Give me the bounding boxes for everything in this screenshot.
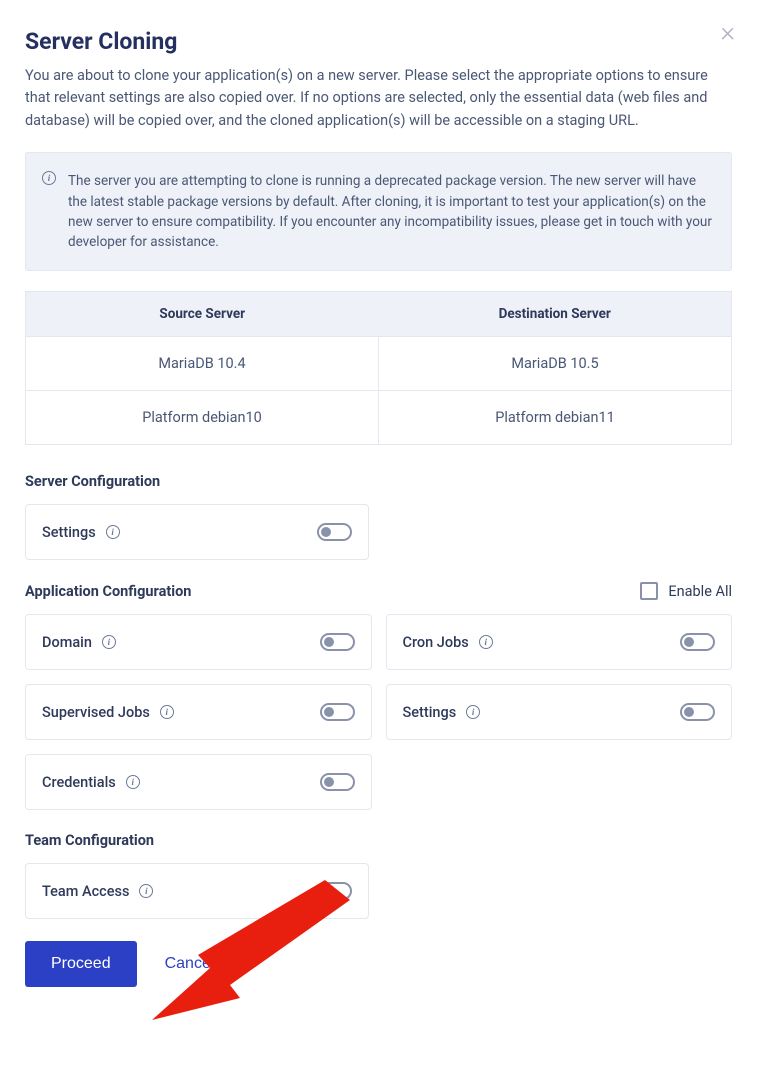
- credentials-card: Credentials i: [25, 754, 372, 810]
- table-row: MariaDB 10.4 MariaDB 10.5: [26, 337, 732, 391]
- cell-destination: MariaDB 10.5: [379, 337, 732, 391]
- cell-source: Platform debian10: [26, 391, 379, 445]
- enable-all-label: Enable All: [668, 583, 732, 600]
- cron-jobs-toggle[interactable]: [680, 633, 715, 651]
- credentials-toggle[interactable]: [320, 773, 355, 791]
- info-icon[interactable]: i: [126, 775, 140, 789]
- domain-card: Domain i: [25, 614, 372, 670]
- server-settings-label: Settings: [42, 524, 96, 541]
- team-access-card: Team Access i: [25, 863, 369, 919]
- supervised-jobs-toggle[interactable]: [320, 703, 355, 721]
- info-icon[interactable]: i: [139, 884, 153, 898]
- app-settings-toggle[interactable]: [680, 703, 715, 721]
- supervised-jobs-label: Supervised Jobs: [42, 704, 150, 721]
- page-subtitle: You are about to clone your application(…: [25, 65, 732, 132]
- enable-all-checkbox[interactable]: Enable All: [640, 582, 732, 600]
- cron-jobs-card: Cron Jobs i: [386, 614, 733, 670]
- info-icon[interactable]: i: [102, 635, 116, 649]
- credentials-label: Credentials: [42, 774, 116, 791]
- checkbox-icon: [640, 582, 658, 600]
- app-settings-card: Settings i: [386, 684, 733, 740]
- info-icon[interactable]: i: [160, 705, 174, 719]
- server-settings-card: Settings i: [25, 504, 369, 560]
- proceed-button[interactable]: Proceed: [25, 941, 137, 987]
- team-config-heading: Team Configuration: [25, 832, 732, 849]
- team-access-toggle[interactable]: [317, 882, 352, 900]
- comparison-table: Source Server Destination Server MariaDB…: [25, 291, 732, 445]
- app-config-heading: Application Configuration: [25, 583, 191, 600]
- info-icon[interactable]: i: [466, 705, 480, 719]
- domain-toggle[interactable]: [320, 633, 355, 651]
- supervised-jobs-card: Supervised Jobs i: [25, 684, 372, 740]
- header-destination: Destination Server: [379, 292, 732, 337]
- app-settings-label: Settings: [403, 704, 457, 721]
- header-source: Source Server: [26, 292, 379, 337]
- server-config-heading: Server Configuration: [25, 473, 732, 490]
- close-icon[interactable]: ×: [720, 18, 735, 46]
- warning-panel: i The server you are attempting to clone…: [25, 152, 732, 271]
- domain-label: Domain: [42, 634, 92, 651]
- team-access-label: Team Access: [42, 883, 129, 900]
- cron-jobs-label: Cron Jobs: [403, 634, 469, 651]
- table-row: Platform debian10 Platform debian11: [26, 391, 732, 445]
- info-icon[interactable]: i: [479, 635, 493, 649]
- cell-source: MariaDB 10.4: [26, 337, 379, 391]
- cancel-button[interactable]: Cancel: [165, 955, 215, 973]
- info-icon[interactable]: i: [106, 525, 120, 539]
- page-title: Server Cloning: [25, 28, 732, 55]
- cell-destination: Platform debian11: [379, 391, 732, 445]
- server-settings-toggle[interactable]: [317, 523, 352, 541]
- warning-text: The server you are attempting to clone i…: [68, 171, 713, 252]
- info-icon: i: [42, 171, 56, 185]
